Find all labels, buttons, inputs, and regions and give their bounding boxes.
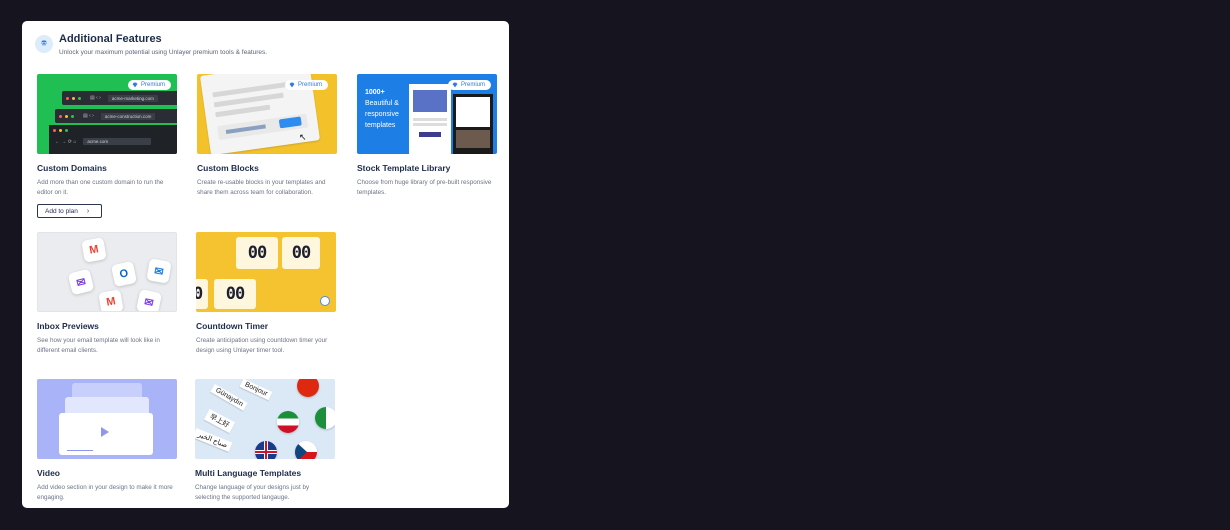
feature-card-inbox-previews: M O ✉ ✉ M ✉ Inbox Previews See how your … <box>37 232 177 355</box>
feature-title: Custom Domains <box>37 163 107 173</box>
add-to-plan-button[interactable]: Add to plan › <box>37 204 102 218</box>
countdown-timer-thumbnail: 00 00 00 00 <box>196 232 336 312</box>
feature-title: Countdown Timer <box>196 321 269 331</box>
yahoo-icon: ✉ <box>67 268 95 296</box>
outlook-icon: O <box>110 260 138 288</box>
flag-uk-icon <box>255 441 277 459</box>
feature-card-stock-templates: 1000+ Beautiful & responsive templates P… <box>357 74 497 197</box>
diamond-icon <box>132 82 138 88</box>
feature-title: Stock Template Library <box>357 163 451 173</box>
premium-badge: Premium <box>285 80 329 90</box>
premium-badge: Premium <box>447 80 491 90</box>
feature-description: Create re-usable blocks in your template… <box>197 179 326 196</box>
feature-title: Custom Blocks <box>197 163 259 173</box>
flag-icon <box>315 407 335 429</box>
template-preview <box>453 94 493 154</box>
gmail-icon: M <box>98 289 124 311</box>
feature-title: Video <box>37 468 60 478</box>
yahoo-icon: ✉ <box>135 288 163 311</box>
timer-icon <box>320 296 330 306</box>
inbox-previews-thumbnail: M O ✉ ✉ M ✉ <box>37 232 177 312</box>
url-bar: acme-marketing.com <box>107 94 158 102</box>
premium-badge: Premium <box>127 80 171 90</box>
play-icon <box>101 427 109 437</box>
template-preview <box>409 84 451 154</box>
flag-kuwait-icon <box>277 411 299 433</box>
stock-templates-thumbnail: 1000+ Beautiful & responsive templates P… <box>357 74 497 154</box>
feature-card-countdown-timer: 00 00 00 00 Countdown Timer Create antic… <box>196 232 336 355</box>
cursor-icon: ↖ <box>299 132 307 142</box>
feature-card-custom-blocks: ↖ Premium Custom Blocks Create re-usable… <box>197 74 337 197</box>
diamond-icon <box>289 82 295 88</box>
video-thumbnail <box>37 379 177 459</box>
additional-features-panel: Additional Features Unlock your maximum … <box>22 21 509 508</box>
flag-czech-icon <box>295 441 317 459</box>
feature-title: Inbox Previews <box>37 321 99 331</box>
feature-description: Add more than one custom domain to run t… <box>37 179 164 196</box>
diamond-icon <box>452 82 458 88</box>
flag-china-icon <box>297 379 319 397</box>
feature-title: Multi Language Templates <box>195 468 302 478</box>
url-bar: acme.com <box>83 138 152 145</box>
feature-description: Create anticipation using countdown time… <box>196 337 328 354</box>
feature-description: Choose from huge library of pre-built re… <box>357 179 492 196</box>
feature-description: See how your email template will look li… <box>37 337 160 354</box>
diamond-icon <box>35 35 53 53</box>
url-bar: acme-construction.com <box>100 112 156 120</box>
gmail-icon: M <box>81 237 107 263</box>
panel-subtitle: Unlock your maximum potential using Unla… <box>59 49 268 56</box>
feature-card-multi-language: Bonjour Günaydın 早上好 صباح الخير Multi La… <box>195 379 335 502</box>
feature-description: Add video section in your design to make… <box>37 484 173 501</box>
chevron-right-icon: › <box>86 207 90 215</box>
mail-icon: ✉ <box>146 258 172 284</box>
feature-card-custom-domains: Premium ▤ ‹ › acme-marketing.com ▤ ‹ › a… <box>37 74 177 197</box>
feature-description: Change language of your designs just by … <box>195 484 310 501</box>
multi-language-thumbnail: Bonjour Günaydın 早上好 صباح الخير <box>195 379 335 459</box>
panel-title: Additional Features <box>59 33 162 45</box>
custom-domains-thumbnail: Premium ▤ ‹ › acme-marketing.com ▤ ‹ › a… <box>37 74 177 154</box>
custom-blocks-thumbnail: ↖ Premium <box>197 74 337 154</box>
feature-card-video: Video Add video section in your design t… <box>37 379 177 502</box>
